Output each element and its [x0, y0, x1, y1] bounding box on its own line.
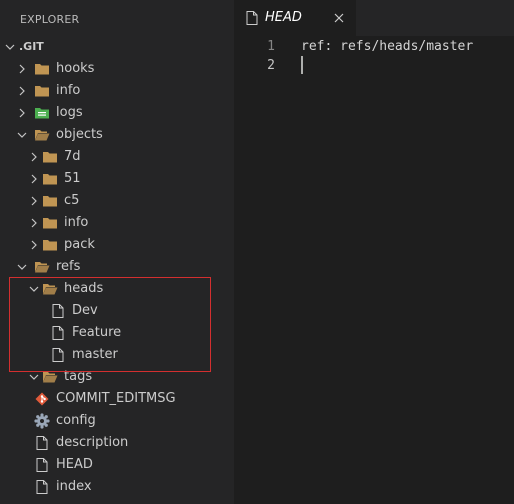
tree-folder[interactable]: 7d: [0, 146, 234, 168]
folder-icon: [42, 234, 58, 256]
tree-folder[interactable]: objects: [0, 124, 234, 146]
folder-icon: [34, 58, 50, 80]
tree-file[interactable]: description: [0, 432, 234, 454]
folder-logs-icon: [34, 102, 50, 124]
tree-item-label: config: [56, 413, 96, 428]
chevron-down-icon[interactable]: [14, 256, 30, 278]
tree-folder[interactable]: c5: [0, 190, 234, 212]
chevron-down-icon[interactable]: [26, 278, 42, 300]
tree-item-label: heads: [64, 281, 104, 296]
tree-folder[interactable]: heads: [0, 278, 234, 300]
gear-icon: [34, 410, 50, 432]
file-icon: [244, 10, 260, 26]
tree-file[interactable]: COMMIT_EDITMSG: [0, 388, 234, 410]
tree-item-label: COMMIT_EDITMSG: [56, 391, 176, 406]
file-icon: [34, 476, 50, 498]
chevron-right-icon[interactable]: [14, 102, 30, 124]
line-number: 2: [267, 58, 275, 73]
folder-icon: [42, 146, 58, 168]
tree-item-label: hooks: [56, 61, 95, 76]
git-icon: [34, 388, 50, 410]
editor-line[interactable]: 2: [234, 56, 514, 75]
folder-icon: [42, 212, 58, 234]
tree-item-label: Feature: [72, 325, 122, 340]
explorer-title: EXPLORER: [20, 13, 80, 26]
folder-icon: [42, 190, 58, 212]
tree-item-label: objects: [56, 127, 103, 142]
file-icon: [50, 300, 66, 322]
chevron-right-icon[interactable]: [26, 190, 42, 212]
line-number: 1: [267, 39, 275, 54]
tree-file[interactable]: Feature: [0, 322, 234, 344]
tree-folder[interactable]: hooks: [0, 58, 234, 80]
tree-item-label: description: [56, 435, 129, 450]
tab-bar: HEAD: [234, 0, 514, 36]
tree-folder[interactable]: info: [0, 212, 234, 234]
tree-folder[interactable]: .GIT: [0, 36, 234, 58]
file-icon: [34, 454, 50, 476]
chevron-right-icon[interactable]: [26, 234, 42, 256]
text-cursor: [301, 56, 303, 74]
tab-head[interactable]: HEAD: [234, 0, 356, 36]
tree-folder[interactable]: tags: [0, 366, 234, 388]
tree-folder[interactable]: info: [0, 80, 234, 102]
tree-file[interactable]: Dev: [0, 300, 234, 322]
tree-item-label: c5: [64, 193, 80, 208]
tree-item-label: HEAD: [56, 457, 93, 472]
tree-item-label: master: [72, 347, 118, 362]
tree-file[interactable]: HEAD: [0, 454, 234, 476]
chevron-down-icon[interactable]: [2, 36, 18, 58]
folder-open-icon: [42, 278, 58, 300]
folder-open-icon: [34, 124, 50, 146]
editor-line[interactable]: 1 ref: refs/heads/master: [234, 37, 514, 56]
file-icon: [50, 322, 66, 344]
tree-item-label: info: [64, 215, 89, 230]
chevron-right-icon[interactable]: [14, 58, 30, 80]
tree-item-label: .GIT: [19, 40, 44, 53]
tree-item-label: pack: [64, 237, 95, 252]
chevron-right-icon[interactable]: [26, 168, 42, 190]
tree-item-label: info: [56, 83, 81, 98]
chevron-down-icon[interactable]: [14, 124, 30, 146]
tree-file[interactable]: index: [0, 476, 234, 498]
code-editor[interactable]: 1 ref: refs/heads/master 2: [234, 36, 514, 504]
tree-item-label: Dev: [72, 303, 98, 318]
tab-label: HEAD: [265, 10, 302, 25]
chevron-right-icon[interactable]: [26, 212, 42, 234]
tree-item-label: tags: [64, 369, 93, 384]
file-icon: [34, 432, 50, 454]
tree-folder[interactable]: refs: [0, 256, 234, 278]
tree-item-label: refs: [56, 259, 81, 274]
folder-open-icon: [34, 256, 50, 278]
close-icon[interactable]: [331, 10, 347, 26]
folder-icon: [34, 80, 50, 102]
chevron-right-icon[interactable]: [26, 146, 42, 168]
folder-open-icon: [42, 366, 58, 388]
line-content[interactable]: ref: refs/heads/master: [301, 37, 473, 56]
folder-icon: [42, 168, 58, 190]
explorer-sidebar: EXPLORER .GIT hooks info logs objects 7d 51 c5 i…: [0, 0, 234, 504]
tree-folder[interactable]: logs: [0, 102, 234, 124]
tree-item-label: 51: [64, 171, 81, 186]
file-icon: [50, 344, 66, 366]
tree-file[interactable]: config: [0, 410, 234, 432]
tree-item-label: index: [56, 479, 92, 494]
file-tree: .GIT hooks info logs objects 7d 51 c5 info pack re…: [0, 36, 234, 498]
tree-folder[interactable]: 51: [0, 168, 234, 190]
tree-item-label: 7d: [64, 149, 81, 164]
tree-file[interactable]: master: [0, 344, 234, 366]
tree-item-label: logs: [56, 105, 83, 120]
chevron-right-icon[interactable]: [14, 80, 30, 102]
tree-folder[interactable]: pack: [0, 234, 234, 256]
chevron-down-icon[interactable]: [26, 366, 42, 388]
